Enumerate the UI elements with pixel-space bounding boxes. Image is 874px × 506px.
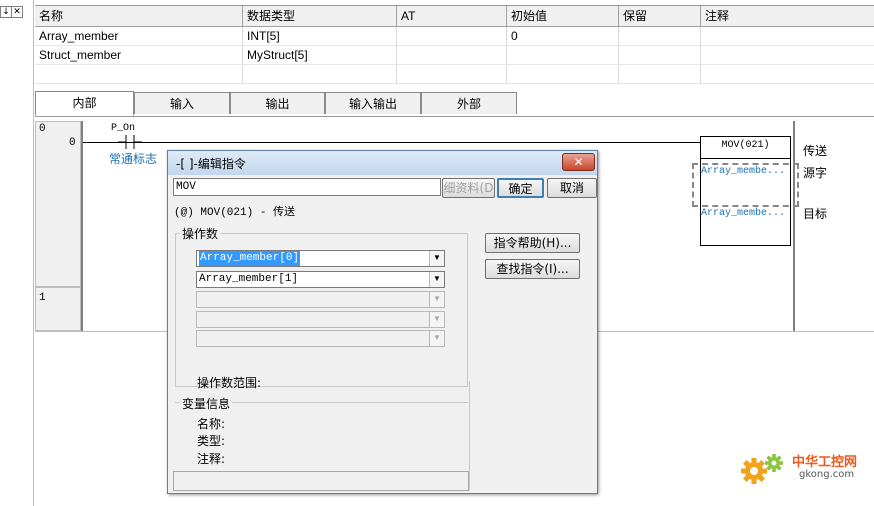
cell-init[interactable]: 0 bbox=[507, 27, 619, 45]
operand-group-label: 操作数 bbox=[180, 225, 221, 242]
column-header-init[interactable]: 初始值 bbox=[507, 6, 619, 26]
cell-comment[interactable] bbox=[701, 65, 874, 83]
gear-icon bbox=[741, 454, 783, 484]
rung-number: 1 bbox=[39, 292, 46, 304]
tab-external[interactable]: 外部 bbox=[421, 92, 517, 114]
cell-at[interactable] bbox=[397, 27, 507, 45]
rung-header-1[interactable]: 1 bbox=[35, 287, 81, 331]
table-row[interactable]: Array_member INT[5] 0 bbox=[35, 27, 874, 46]
info-name-label: 名称: bbox=[197, 417, 226, 431]
operand-combo-value[interactable]: Array_member[0] bbox=[199, 251, 301, 266]
detail-button[interactable]: 细资料(D bbox=[442, 178, 495, 198]
variable-table: 名称 数据类型 AT 初始值 保留 注释 Array_member INT[5]… bbox=[35, 5, 874, 92]
column-header-name[interactable]: 名称 bbox=[35, 6, 243, 26]
operand-combo-1[interactable]: Array_member[0] ▼ bbox=[196, 250, 445, 267]
dest-operand[interactable]: Array_membe... bbox=[701, 208, 785, 219]
close-pane-button[interactable]: ✕ bbox=[11, 6, 23, 18]
table-row-empty[interactable] bbox=[35, 65, 874, 84]
operand-combo-2[interactable]: Array_member[1] ▼ bbox=[196, 271, 445, 288]
cell-at[interactable] bbox=[397, 65, 507, 83]
rung-header-0[interactable]: 0 0 bbox=[35, 121, 81, 287]
source-operand[interactable]: Array_membe... bbox=[701, 166, 785, 177]
mov-instruction-name: MOV(021) bbox=[721, 140, 770, 151]
instruction-description: (@) MOV(021) - 传送 bbox=[174, 207, 296, 219]
variable-info-label: 变量信息 bbox=[180, 395, 233, 412]
dialog-close-button[interactable]: ✕ bbox=[562, 153, 595, 171]
chevron-down-icon[interactable]: ▼ bbox=[429, 251, 444, 266]
dialog-title: -[ ]-编辑指令 bbox=[176, 157, 246, 171]
dialog-divider bbox=[469, 381, 470, 491]
cell-retain[interactable] bbox=[619, 46, 701, 64]
column-header-comment[interactable]: 注释 bbox=[701, 6, 874, 26]
contact-operand: P_On bbox=[111, 123, 136, 134]
edit-instruction-dialog: -[ ]-编辑指令 ✕ MOV 细资料(D 确定 取消 (@) MOV(021)… bbox=[167, 150, 598, 494]
operand-range-label: 操作数范围: bbox=[197, 376, 262, 390]
mov-divider bbox=[700, 158, 791, 159]
rung-line bbox=[83, 142, 700, 143]
watermark-url: gkong.com bbox=[799, 469, 855, 480]
cell-init[interactable] bbox=[507, 46, 619, 64]
table-header: 名称 数据类型 AT 初始值 保留 注释 bbox=[35, 6, 874, 27]
cell-name[interactable]: Struct_member bbox=[35, 46, 243, 64]
dialog-titlebar[interactable]: -[ ]-编辑指令 ✕ bbox=[168, 151, 597, 175]
no-contact-icon[interactable] bbox=[118, 134, 142, 150]
cell-retain[interactable] bbox=[619, 27, 701, 45]
column-header-retain[interactable]: 保留 bbox=[619, 6, 701, 26]
left-gutter bbox=[0, 0, 34, 506]
cell-comment[interactable] bbox=[701, 46, 874, 64]
cell-at[interactable] bbox=[397, 46, 507, 64]
left-power-rail bbox=[81, 121, 83, 331]
cell-type[interactable]: INT[5] bbox=[243, 27, 397, 45]
tab-output[interactable]: 输出 bbox=[230, 92, 325, 114]
variable-tab-bar: 内部 输入 输出 输入输出 外部 bbox=[35, 91, 874, 117]
watermark-brand: 中华工控网 bbox=[792, 455, 858, 470]
chevron-down-icon[interactable]: ▼ bbox=[429, 292, 444, 307]
tab-input[interactable]: 输入 bbox=[134, 92, 230, 114]
rung-step: 0 bbox=[69, 137, 76, 149]
chevron-down-icon[interactable]: ▼ bbox=[429, 312, 444, 327]
operand-combo-4[interactable]: ▼ bbox=[196, 311, 445, 328]
chevron-down-icon[interactable]: ▼ bbox=[429, 272, 444, 287]
info-type-label: 类型: bbox=[197, 434, 226, 448]
ok-button[interactable]: 确定 bbox=[497, 178, 544, 198]
tab-inout[interactable]: 输入输出 bbox=[325, 92, 421, 114]
find-instruction-button[interactable]: 查找指令(I)... bbox=[485, 259, 580, 279]
cancel-button[interactable]: 取消 bbox=[547, 178, 597, 198]
right-power-rail bbox=[793, 121, 795, 331]
dialog-status-bar bbox=[173, 471, 469, 491]
cell-retain[interactable] bbox=[619, 65, 701, 83]
contact-comment: 常通标志 bbox=[109, 152, 158, 166]
cell-type[interactable]: MyStruct[5] bbox=[243, 46, 397, 64]
dest-label: 目标 bbox=[803, 207, 828, 221]
table-row[interactable]: Struct_member MyStruct[5] bbox=[35, 46, 874, 65]
operand-combo-3[interactable]: ▼ bbox=[196, 291, 445, 308]
cell-name[interactable]: Array_member bbox=[35, 27, 243, 45]
source-label: 源字 bbox=[803, 166, 828, 180]
rung-number: 0 bbox=[39, 123, 46, 135]
column-header-type[interactable]: 数据类型 bbox=[243, 6, 397, 26]
chevron-down-icon[interactable]: ▼ bbox=[429, 331, 444, 346]
cell-type[interactable] bbox=[243, 65, 397, 83]
column-header-at[interactable]: AT bbox=[397, 6, 507, 26]
cell-comment[interactable] bbox=[701, 27, 874, 45]
instruction-comment: 传送 bbox=[803, 144, 828, 158]
instruction-input[interactable]: MOV bbox=[173, 178, 441, 196]
operand-combo-5[interactable]: ▼ bbox=[196, 330, 445, 347]
operand-combo-value[interactable]: Array_member[1] bbox=[199, 272, 298, 287]
cell-name[interactable] bbox=[35, 65, 243, 83]
cell-init[interactable] bbox=[507, 65, 619, 83]
instruction-help-button[interactable]: 指令帮助(H)... bbox=[485, 233, 580, 253]
tab-internal[interactable]: 内部 bbox=[35, 91, 134, 116]
info-comment-label: 注释: bbox=[197, 452, 226, 466]
